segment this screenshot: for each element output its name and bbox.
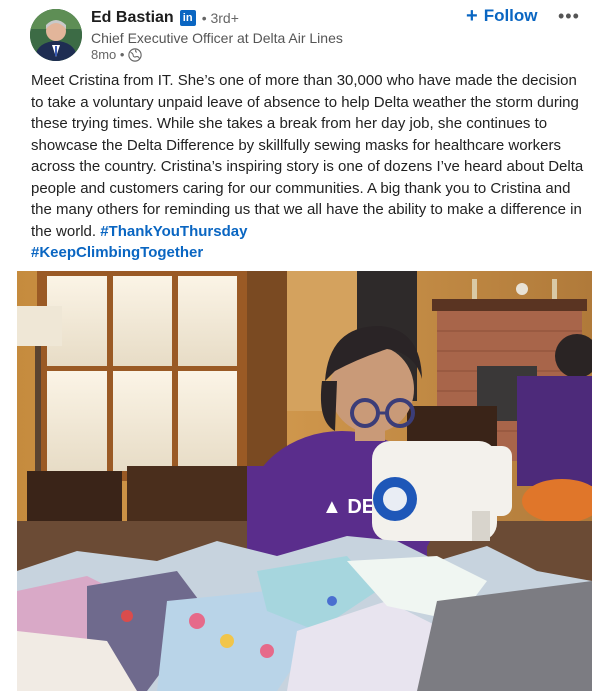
post-image[interactable]: ▲ DE [17,271,592,691]
author-headline: Chief Executive Officer at Delta Air Lin… [91,30,343,46]
author-name[interactable]: Ed Bastian [91,9,174,27]
follow-label: Follow [483,6,538,25]
author-avatar[interactable] [30,9,82,61]
connection-degree: • 3rd+ [201,10,239,26]
linkedin-icon: in [179,10,196,26]
post-body-text: Meet Cristina from IT. She’s one of more… [31,72,584,240]
follow-button[interactable]: + Follow [466,6,538,26]
sewing-photo: ▲ DE [17,271,592,691]
svg-text:▲ DE: ▲ DE [322,496,375,518]
plus-icon: + [466,5,478,27]
avatar-photo [30,9,82,61]
hashtag-keepclimbingtogether[interactable]: #KeepClimbingTogether [31,244,203,261]
post-body: Meet Cristina from IT. She’s one of more… [31,70,586,264]
hashtag-thankyouthursday[interactable]: #ThankYouThursday [100,223,247,240]
post-meta: 8mo • [91,47,143,62]
globe-icon [128,47,143,62]
more-options-button[interactable]: ••• [558,6,580,27]
post-time: 8mo • [91,47,125,62]
